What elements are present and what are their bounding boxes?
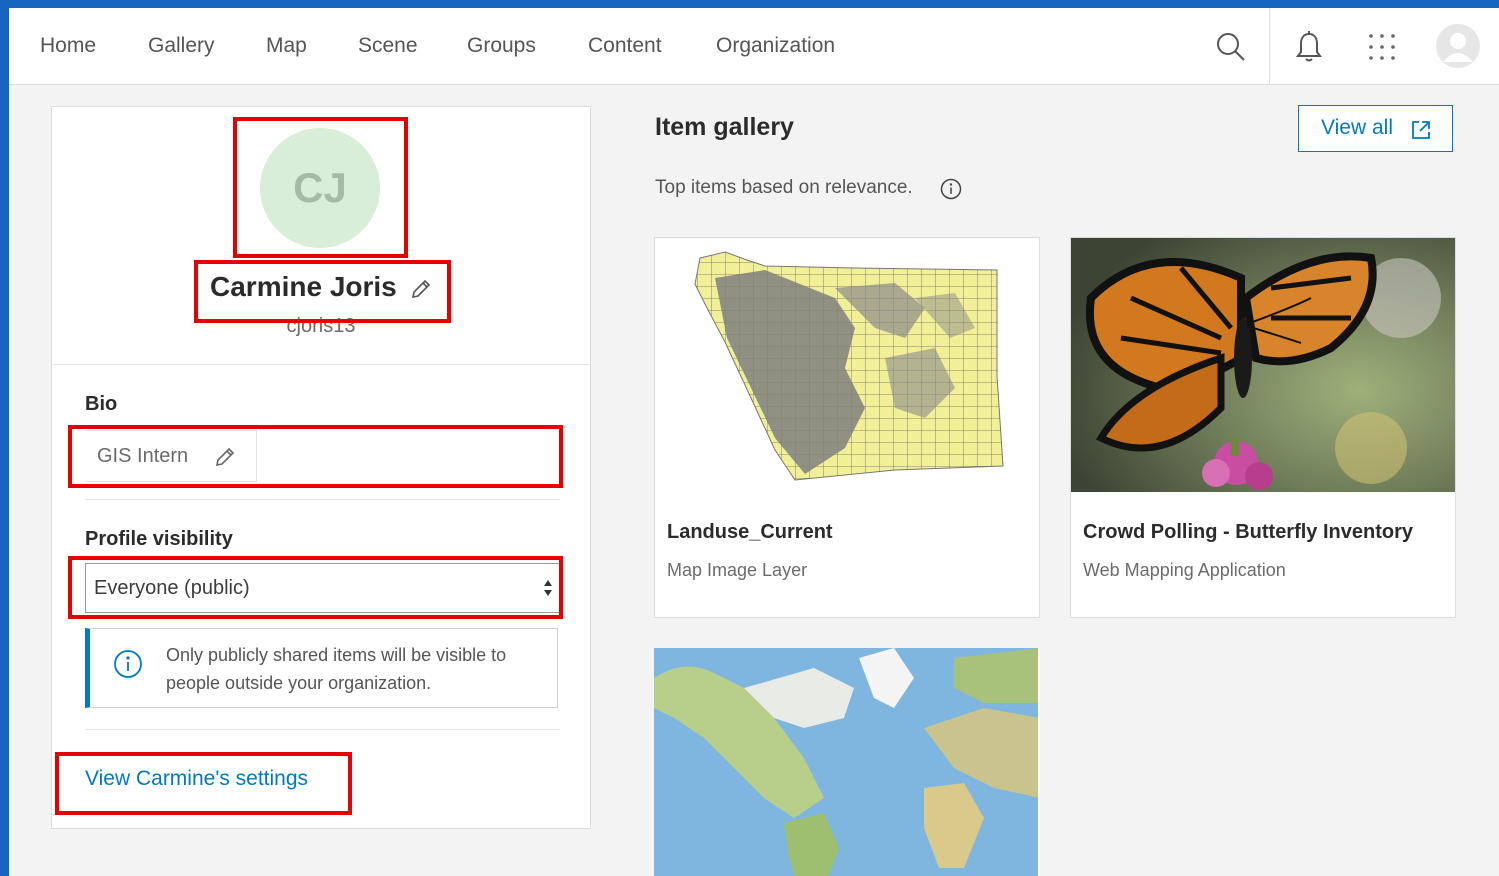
profile-card: CJ Carmine Joris cjoris13 Bio GIS Intern… xyxy=(51,106,591,829)
profile-visibility-value: Everyone (public) xyxy=(94,577,250,599)
top-navigation: Home Gallery Map Scene Groups Content Or… xyxy=(9,8,1499,85)
nav-gallery[interactable]: Gallery xyxy=(148,34,215,58)
notice-text: Only publicly shared items will be visib… xyxy=(166,645,507,693)
app-window: Home Gallery Map Scene Groups Content Or… xyxy=(9,8,1499,876)
nav-home[interactable]: Home xyxy=(40,34,96,58)
gallery-subtitle: Top items based on relevance. xyxy=(655,177,913,198)
info-icon[interactable] xyxy=(940,178,962,205)
gallery-item-card[interactable] xyxy=(654,648,1040,876)
nav-scene[interactable]: Scene xyxy=(358,34,418,58)
bio-label: Bio xyxy=(85,393,118,415)
profile-name: Carmine Joris xyxy=(210,271,397,302)
profile-visibility-select[interactable]: Everyone (public) xyxy=(85,563,560,613)
nav-organization[interactable]: Organization xyxy=(716,34,835,58)
nav-divider xyxy=(1269,8,1270,85)
visibility-notice: Only publicly shared items will be visib… xyxy=(85,628,558,708)
select-arrows-icon xyxy=(543,579,553,603)
bio-value: GIS Intern xyxy=(97,445,189,467)
item-title: Crowd Polling - Butterfly Inventory xyxy=(1083,521,1414,543)
profile-username: cjoris13 xyxy=(286,315,356,337)
divider xyxy=(85,729,560,730)
app-launcher-icon[interactable] xyxy=(1368,33,1396,66)
divider xyxy=(52,364,590,365)
gallery-item-card[interactable]: Landuse_Current Map Image Layer xyxy=(654,237,1040,618)
info-icon xyxy=(112,648,144,685)
nav-groups[interactable]: Groups xyxy=(467,34,536,58)
item-thumbnail xyxy=(655,238,1039,492)
user-avatar-icon[interactable] xyxy=(1436,24,1480,73)
avatar[interactable]: CJ xyxy=(260,128,380,248)
gallery-item-card[interactable]: Crowd Polling - Butterfly Inventory Web … xyxy=(1070,237,1456,618)
view-all-label: View all xyxy=(1321,116,1393,139)
view-all-button[interactable]: View all xyxy=(1298,105,1453,152)
search-icon[interactable] xyxy=(1215,31,1247,68)
view-settings-link[interactable]: View Carmine's settings xyxy=(85,767,308,791)
item-thumbnail xyxy=(1071,238,1455,492)
nav-content[interactable]: Content xyxy=(588,34,662,58)
gallery-title: Item gallery xyxy=(655,113,794,141)
bell-icon[interactable] xyxy=(1296,31,1322,68)
item-title: Landuse_Current xyxy=(667,521,833,543)
edit-name-pencil-icon[interactable] xyxy=(410,278,432,305)
item-type: Map Image Layer xyxy=(667,560,808,580)
nav-map[interactable]: Map xyxy=(266,34,307,58)
divider xyxy=(85,499,560,500)
profile-visibility-label: Profile visibility xyxy=(85,528,233,550)
item-type: Web Mapping Application xyxy=(1083,560,1286,580)
item-thumbnail xyxy=(654,648,1038,876)
edit-bio-pencil-icon[interactable] xyxy=(214,446,236,473)
external-link-icon xyxy=(1412,121,1430,139)
